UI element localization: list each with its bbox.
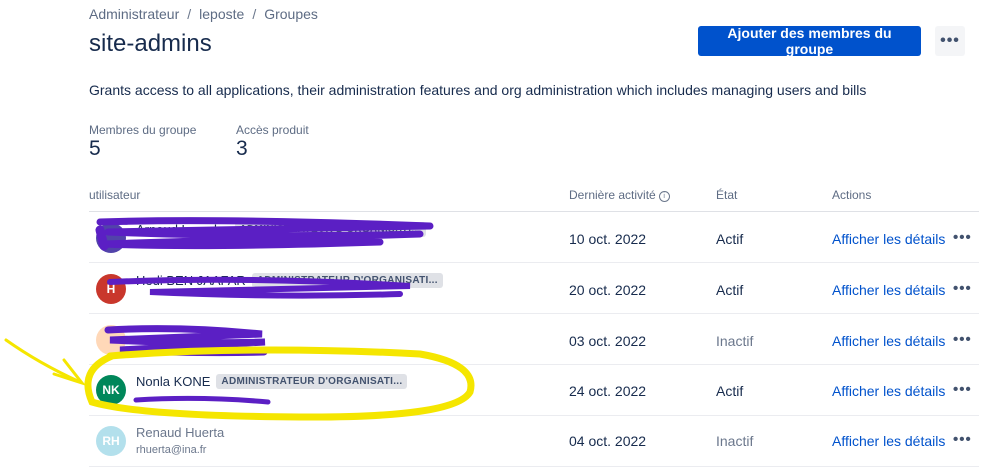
column-header-last-activity-label: Dernière activité — [569, 188, 656, 202]
avatar — [96, 325, 126, 355]
view-details-link[interactable]: Afficher les détails — [832, 231, 945, 247]
user-name[interactable]: Renaud Huerta — [136, 425, 224, 440]
user-name-line: Hedi BEN JAAFAR ADMINISTRATEUR D'ORGANIS… — [136, 273, 443, 288]
breadcrumb-item-groupes[interactable]: Groupes — [264, 6, 318, 22]
state-cell: Inactif — [716, 333, 754, 349]
role-badge: ADMINISTRATEUR D'ORGANISATI... — [251, 273, 443, 288]
state-cell: Inactif — [716, 433, 754, 449]
column-header-user[interactable]: utilisateur — [89, 188, 140, 202]
last-activity-cell: 10 oct. 2022 — [569, 231, 647, 247]
stat-members: Membres du groupe 5 — [89, 123, 196, 161]
table-row: RH Renaud Huerta rhuerta@ina.fr 04 oct. … — [0, 416, 999, 466]
stat-products-label: Accès produit — [236, 123, 309, 137]
role-badge: ADMINISTRATEUR D'ORGANISATI... — [234, 222, 426, 237]
last-activity-cell: 20 oct. 2022 — [569, 282, 647, 298]
avatar-initials: H — [106, 282, 116, 296]
info-icon[interactable]: i — [658, 191, 670, 202]
row-more-button[interactable]: ••• — [953, 381, 972, 398]
column-header-last-activity[interactable]: Dernière activité i — [569, 188, 670, 202]
breadcrumb-separator: / — [187, 6, 192, 22]
table-row: 03 oct. 2022 Inactif Afficher les détail… — [0, 314, 999, 364]
stat-products: Accès produit 3 — [236, 123, 309, 161]
avatar: RH — [96, 426, 126, 456]
row-more-button[interactable]: ••• — [953, 280, 972, 297]
avatar — [96, 223, 126, 253]
add-group-members-button[interactable]: Ajouter des membres du groupe — [698, 25, 921, 57]
stat-members-value: 5 — [89, 137, 101, 160]
more-options-button[interactable]: ••• — [935, 26, 965, 56]
user-email: rhuerta@ina.fr — [136, 444, 207, 456]
page-title: site-admins — [89, 30, 212, 57]
breadcrumb-separator: / — [252, 6, 257, 22]
breadcrumb-item-administrateur[interactable]: Administrateur — [89, 6, 179, 22]
user-name[interactable]: Hedi BEN JAAFAR — [136, 273, 246, 288]
avatar-initials: NK — [102, 383, 120, 397]
state-cell: Actif — [716, 282, 744, 298]
role-badge: ADMINISTRATEUR D'ORGANISATI... — [216, 374, 408, 389]
last-activity-cell: 24 oct. 2022 — [569, 383, 647, 399]
breadcrumb-item-leposte[interactable]: leposte — [199, 6, 244, 22]
last-activity-cell: 03 oct. 2022 — [569, 333, 647, 349]
state-cell: Actif — [716, 231, 744, 247]
row-more-button[interactable]: ••• — [953, 431, 972, 448]
view-details-link[interactable]: Afficher les détails — [832, 383, 945, 399]
row-divider — [89, 466, 979, 467]
view-details-link[interactable]: Afficher les détails — [832, 333, 945, 349]
user-name[interactable]: Nonla KONE — [136, 374, 210, 389]
row-more-button[interactable]: ••• — [953, 229, 972, 246]
user-name-line: Arnaud Laroche ADMINISTRATEUR D'ORGANISA… — [136, 222, 426, 237]
state-cell: Actif — [716, 383, 744, 399]
table-row: NK Nonla KONE ADMINISTRATEUR D'ORGANISAT… — [0, 365, 999, 415]
column-header-state[interactable]: État — [716, 188, 737, 202]
table-row: H Hedi BEN JAAFAR ADMINISTRATEUR D'ORGAN… — [0, 263, 999, 313]
avatar: H — [96, 274, 126, 304]
stat-products-value: 3 — [236, 137, 248, 160]
stat-members-label: Membres du groupe — [89, 123, 197, 137]
breadcrumb: Administrateur / leposte / Groupes — [89, 6, 318, 22]
user-name-line: Nonla KONE ADMINISTRATEUR D'ORGANISATI..… — [136, 374, 408, 389]
avatar: NK — [96, 375, 126, 405]
view-details-link[interactable]: Afficher les détails — [832, 433, 945, 449]
last-activity-cell: 04 oct. 2022 — [569, 433, 647, 449]
table-row: Arnaud Laroche ADMINISTRATEUR D'ORGANISA… — [0, 212, 999, 262]
column-header-actions: Actions — [832, 188, 872, 202]
row-more-button[interactable]: ••• — [953, 331, 972, 348]
user-name[interactable]: Arnaud Laroche — [136, 222, 229, 237]
avatar-initials: RH — [102, 434, 120, 448]
user-name-line: Renaud Huerta — [136, 425, 224, 440]
view-details-link[interactable]: Afficher les détails — [832, 282, 945, 298]
group-description: Grants access to all applications, their… — [89, 82, 867, 98]
